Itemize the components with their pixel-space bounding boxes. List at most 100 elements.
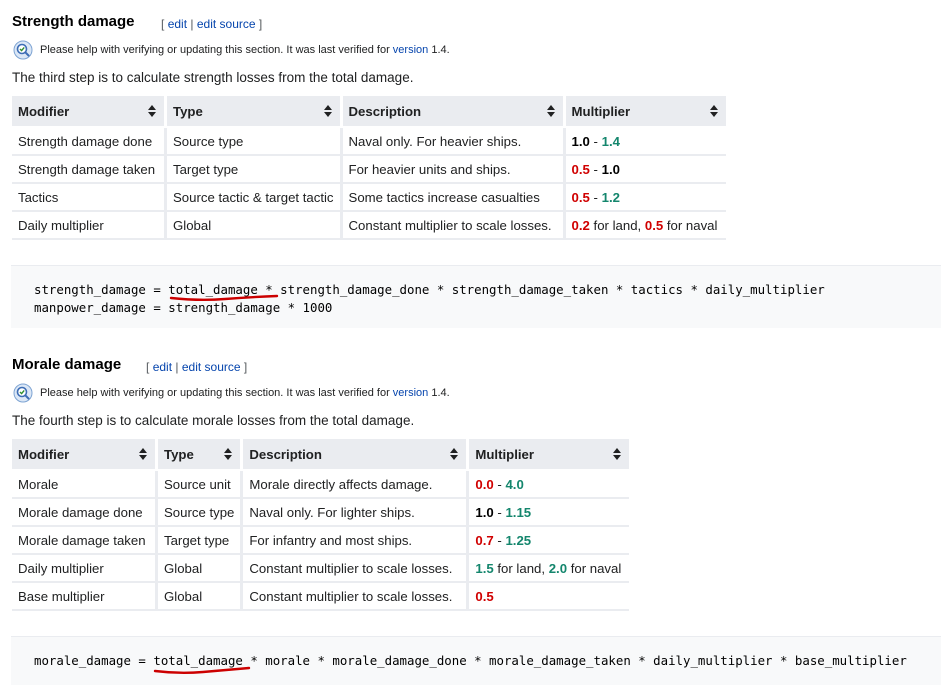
cell-multiplier: 0.2 for land, 0.5 for naval [564,211,726,240]
cell-description: Morale directly affects damage. [241,470,470,499]
table-row: Daily multiplier Global Constant multipl… [12,211,726,240]
verify-notice: Please help with verifying or updating t… [11,40,941,64]
cell-modifier: Strength damage done [12,127,167,156]
bracket: ] [243,360,248,374]
notice-version: 1.4. [431,387,450,399]
cell-description: Constant multiplier to scale losses. [241,582,470,611]
edit-link[interactable]: edit [153,360,172,374]
intro-text: The fourth step is to calculate morale l… [12,413,415,428]
separator: | [190,17,194,31]
cell-description: Constant multiplier to scale losses. [241,554,470,583]
separator: | [175,360,179,374]
cell-modifier: Morale damage taken [12,526,158,555]
sort-arrows-icon [709,105,718,117]
table-row: Daily multiplier Global Constant multipl… [12,554,630,583]
cell-type: Source type [156,498,244,527]
sort-arrows-icon [323,105,332,117]
column-header-description[interactable]: Description [241,439,470,471]
notice-text: Please help with verifying or updating t… [40,44,390,56]
edit-links: [ edit | edit source ] [161,17,262,31]
column-header-description[interactable]: Description [341,96,566,128]
bracket: [ [161,17,165,31]
table-row: Morale damage taken Target type For infa… [12,526,630,555]
code-line: morale_damage = total_damage * morale * … [34,653,907,668]
magnifier-check-icon [13,383,33,403]
formula-code-block: strength_damage = total_damage * strengt… [11,265,941,328]
intro-text: The third step is to calculate strength … [12,70,414,85]
cell-multiplier: 1.0 - 1.4 [564,127,726,156]
cell-multiplier: 0.0 - 4.0 [467,470,630,499]
edit-source-link[interactable]: edit source [197,17,256,31]
cell-multiplier: 0.7 - 1.25 [467,526,630,555]
table-row: Strength damage done Source type Naval o… [12,127,726,156]
section-title: Strength damage [12,13,135,30]
cell-type: Source unit [156,470,244,499]
edit-link[interactable]: edit [168,17,187,31]
cell-type: Target type [156,526,244,555]
cell-type: Global [156,554,244,583]
cell-modifier: Daily multiplier [12,554,158,583]
edit-links: [ edit | edit source ] [146,360,247,374]
edit-source-link[interactable]: edit source [182,360,241,374]
sort-arrows-icon [613,448,622,460]
cell-modifier: Daily multiplier [12,211,167,240]
cell-multiplier: 1.0 - 1.15 [467,498,630,527]
cell-type: Source type [165,127,343,156]
section-heading: Strength damage [ edit | edit source ] [11,0,941,40]
morale-modifier-table: Modifier Type Description Multiplier Mor… [12,439,630,611]
cell-description: For heavier units and ships. [341,155,566,184]
column-header-modifier[interactable]: Modifier [12,96,167,128]
column-header-type[interactable]: Type [156,439,244,471]
cell-type: Global [156,582,244,611]
notice-text: Please help with verifying or updating t… [40,387,390,399]
cell-multiplier: 0.5 - 1.0 [564,155,726,184]
column-header-modifier[interactable]: Modifier [12,439,158,471]
cell-description: Constant multiplier to scale losses. [341,211,566,240]
cell-description: Naval only. For heavier ships. [341,127,566,156]
cell-modifier: Morale [12,470,158,499]
column-header-multiplier[interactable]: Multiplier [467,439,630,471]
cell-multiplier: 0.5 - 1.2 [564,183,726,212]
sort-arrows-icon [139,448,147,460]
cell-modifier: Tactics [12,183,167,212]
table-row: Morale Source unit Morale directly affec… [12,470,630,499]
morale-damage-section: Morale damage [ edit | edit source ] Ple… [11,343,941,685]
strength-damage-section: Strength damage [ edit | edit source ] P… [11,0,941,328]
table-row: Morale damage done Source type Naval onl… [12,498,630,527]
table-header-row: Modifier Type Description Multiplier [12,439,630,471]
cell-modifier: Base multiplier [12,582,158,611]
cell-description: For infantry and most ships. [241,526,470,555]
cell-description: Naval only. For lighter ships. [241,498,470,527]
notice-version: 1.4. [431,44,450,56]
column-header-type[interactable]: Type [165,96,343,128]
table-row: Strength damage taken Target type For he… [12,155,726,184]
magnifier-check-icon [13,40,33,60]
cell-description: Some tactics increase casualties [341,183,566,212]
sort-arrows-icon [546,105,555,117]
code-line: strength_damage = total_damage * strengt… [34,282,825,297]
section-title: Morale damage [12,356,122,373]
section-heading: Morale damage [ edit | edit source ] [11,343,941,383]
strength-modifier-table: Modifier Type Description Multiplier Str… [12,96,726,240]
sort-arrows-icon [450,448,459,460]
sort-arrows-icon [224,448,233,460]
table-row: Base multiplier Global Constant multipli… [12,582,630,611]
formula-code-block: morale_damage = total_damage * morale * … [11,636,941,685]
sort-arrows-icon [148,105,156,117]
table-header-row: Modifier Type Description Multiplier [12,96,726,128]
version-link[interactable]: version [393,387,428,399]
bracket: [ [146,360,150,374]
cell-modifier: Morale damage done [12,498,158,527]
column-header-multiplier[interactable]: Multiplier [564,96,726,128]
table-row: Tactics Source tactic & target tactic So… [12,183,726,212]
cell-type: Global [165,211,343,240]
verify-notice: Please help with verifying or updating t… [11,383,941,407]
version-link[interactable]: version [393,44,428,56]
code-line: manpower_damage = strength_damage * 1000 [34,300,333,315]
cell-multiplier: 0.5 [467,582,630,611]
cell-type: Source tactic & target tactic [165,183,343,212]
cell-multiplier: 1.5 for land, 2.0 for naval [467,554,630,583]
bracket: ] [258,17,263,31]
cell-modifier: Strength damage taken [12,155,167,184]
cell-type: Target type [165,155,343,184]
